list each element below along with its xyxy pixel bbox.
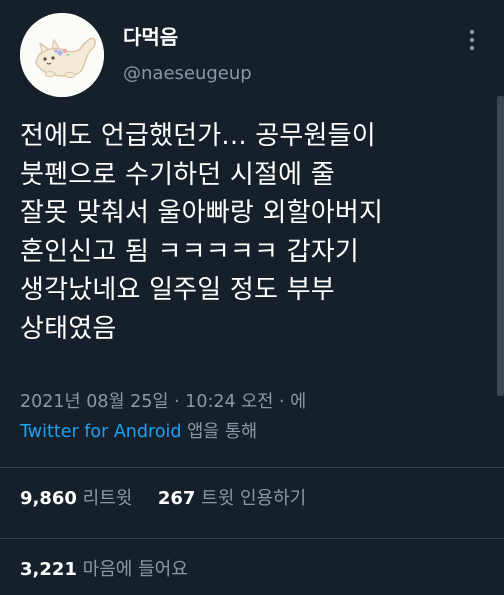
divider	[0, 467, 504, 468]
author-handle[interactable]: @naeseugeup	[123, 62, 252, 86]
likes-label: 마음에 들어요	[82, 559, 188, 580]
quotes-count: 267	[157, 488, 196, 509]
source-suffix: 앱을 통해	[187, 422, 258, 442]
source-app-link[interactable]: Twitter for Android	[20, 422, 182, 442]
tweet-timestamp[interactable]: 2021년 08월 25일 · 10:24 오전 · 에	[20, 390, 306, 414]
divider	[0, 538, 504, 539]
quotes-stat[interactable]: 267 트윗 인용하기	[158, 488, 306, 509]
likes-stat[interactable]: 3,221 마음에 들어요	[20, 558, 188, 582]
tweet-detail: 다먹음 @naeseugeup 전에도 언급했던가... 공무원들이 붓펜으로 …	[0, 0, 504, 595]
tweet-text: 전에도 언급했던가... 공무원들이 붓펜으로 수기하던 시절에 줄 잘못 맞춰…	[20, 121, 384, 344]
likes-count: 3,221	[20, 559, 77, 580]
retweets-count: 9,860	[20, 488, 77, 509]
retweets-stat[interactable]: 9,860 리트윗	[20, 488, 138, 509]
cream-cat-avatar-icon	[20, 13, 104, 97]
more-vertical-icon	[469, 29, 475, 51]
author-display-name[interactable]: 다먹음	[123, 25, 178, 49]
more-options-button[interactable]	[458, 26, 486, 54]
tweet-source: Twitter for Android 앱을 통해	[20, 420, 257, 444]
scrollbar-thumb[interactable]	[497, 96, 504, 396]
engagement-stats: 9,860 리트윗 267 트윗 인용하기	[20, 487, 306, 511]
retweets-label: 리트윗	[82, 488, 133, 509]
avatar[interactable]	[20, 13, 104, 97]
quotes-label: 트윗 인용하기	[201, 488, 307, 509]
